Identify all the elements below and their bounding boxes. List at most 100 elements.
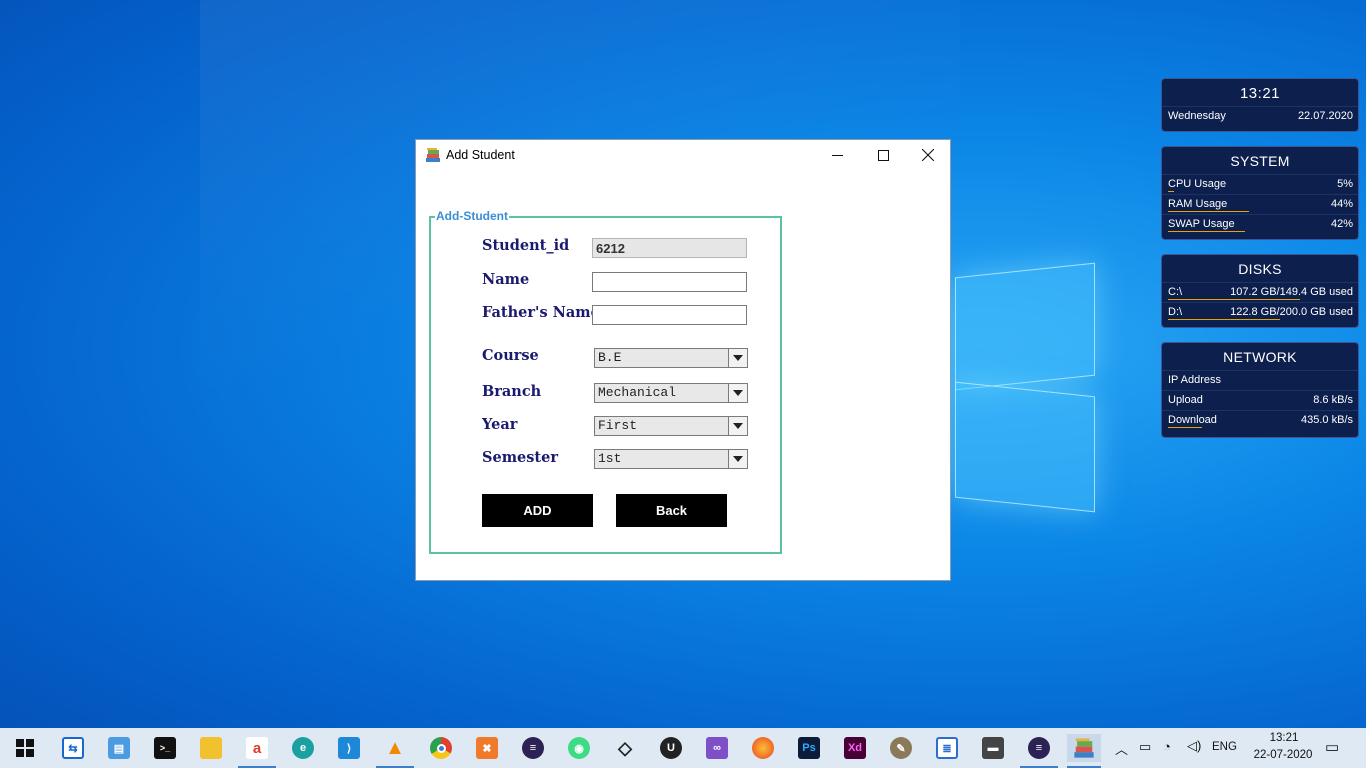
disk-d-row: D:\ 122.8 GB/200.0 GB used: [1162, 302, 1358, 322]
fathers-name-input[interactable]: [592, 305, 747, 325]
branch-selected-value: Mechanical: [598, 385, 677, 400]
download-label: Download: [1168, 414, 1217, 426]
taskbar-photoshop[interactable]: Ps: [795, 734, 823, 762]
ram-usage-bar: [1168, 211, 1249, 212]
branch-select[interactable]: Mechanical: [594, 383, 748, 403]
disk-d-value: 122.8 GB/200.0 GB used: [1230, 306, 1353, 318]
course-select[interactable]: B.E: [594, 348, 748, 368]
back-button[interactable]: Back: [616, 494, 727, 527]
semester-selected-value: 1st: [598, 451, 622, 466]
taskbar-vscode[interactable]: ⟩: [335, 734, 363, 762]
system-widget: SYSTEM CPU Usage 5% RAM Usage 44% SWAP U…: [1161, 146, 1359, 240]
maximize-icon: [877, 149, 889, 161]
minimize-button[interactable]: [814, 140, 860, 170]
unreal-icon: U: [660, 737, 682, 759]
taskbar-unity[interactable]: ◇: [611, 734, 639, 762]
battery-icon[interactable]: ▭: [1139, 739, 1151, 755]
cpu-usage-row: CPU Usage 5%: [1162, 174, 1358, 194]
ram-usage-row: RAM Usage 44%: [1162, 194, 1358, 214]
taskbar-eclipse[interactable]: ≡: [519, 734, 547, 762]
taskbar-chrome[interactable]: [427, 734, 455, 762]
taskbar-vlc[interactable]: ▲: [376, 734, 414, 768]
year-selected-value: First: [598, 418, 638, 433]
notification-icon[interactable]: ▭: [1325, 738, 1339, 756]
tray-time[interactable]: 13:21: [1264, 732, 1304, 744]
taskbar-firefox[interactable]: [749, 734, 777, 762]
chrome-icon: [430, 737, 452, 759]
taskbar-android-studio[interactable]: ◉: [565, 734, 593, 762]
taskbar-control-panel[interactable]: ▤: [105, 734, 133, 762]
chevron-up-icon[interactable]: ︿: [1115, 739, 1128, 758]
cpu-usage-value: 5%: [1337, 178, 1353, 190]
books-icon: [426, 148, 440, 162]
taskbar-teamviewer[interactable]: ⇆: [59, 734, 87, 762]
taskbar-adobe-xd[interactable]: Xd: [841, 734, 869, 762]
acrobat-icon: a: [246, 737, 268, 759]
taskbar-add-student-app[interactable]: [1067, 734, 1101, 768]
swap-usage-bar: [1168, 231, 1245, 232]
semester-label: Semester: [482, 449, 558, 466]
terminal-icon: >_: [154, 737, 176, 759]
control-panel-icon: ▤: [108, 737, 130, 759]
student-id-field: 6212: [592, 238, 747, 258]
add-student-window: Add Student Add-Student Student_id 6212 …: [415, 139, 951, 581]
minimize-icon: [831, 154, 843, 156]
course-label: Course: [482, 347, 539, 364]
year-select[interactable]: First: [594, 416, 748, 436]
volume-icon[interactable]: ◁): [1187, 738, 1201, 754]
wallpaper-windows-logo: [955, 258, 1097, 513]
wifi-icon[interactable]: ◔: [1163, 739, 1171, 754]
title-bar[interactable]: Add Student: [416, 140, 950, 170]
folder-icon: [200, 737, 222, 759]
taskbar-file-explorer[interactable]: [197, 734, 225, 762]
upload-value: 8.6 kB/s: [1313, 394, 1353, 406]
download-value: 435.0 kB/s: [1301, 414, 1353, 426]
add-student-panel: Add-Student Student_id 6212 Name Father'…: [429, 209, 782, 554]
clock-time: 13:21: [1239, 85, 1281, 102]
close-button[interactable]: [905, 140, 951, 170]
upload-label: Upload: [1168, 394, 1203, 406]
unity-icon: ◇: [618, 737, 632, 758]
workbench-icon: ▬: [982, 737, 1004, 759]
eclipse-icon: ≡: [1028, 737, 1050, 759]
course-selected-value: B.E: [598, 350, 622, 365]
maximize-button[interactable]: [860, 140, 906, 170]
document-icon: ≣: [936, 737, 958, 759]
name-input[interactable]: [592, 272, 747, 292]
taskbar-visual-studio[interactable]: ∞: [703, 734, 731, 762]
fathers-name-label: Father's Name: [482, 304, 600, 321]
student-id-label: Student_id: [482, 237, 570, 254]
taskbar-xampp[interactable]: ✖: [473, 734, 501, 762]
chevron-down-icon[interactable]: [728, 349, 747, 367]
window-title: Add Student: [446, 148, 515, 162]
disks-widget: DISKS C:\ 107.2 GB/149.4 GB used D:\ 122…: [1161, 254, 1359, 328]
adobe-xd-icon: Xd: [844, 737, 866, 759]
taskbar-edge[interactable]: e: [289, 734, 317, 762]
add-button[interactable]: ADD: [482, 494, 593, 527]
system-title: SYSTEM: [1230, 153, 1290, 169]
semester-select[interactable]: 1st: [594, 449, 748, 469]
teamviewer-icon: ⇆: [62, 737, 84, 759]
taskbar-unreal[interactable]: U: [657, 734, 685, 762]
upload-row: Upload 8.6 kB/s: [1162, 390, 1358, 410]
taskbar-notepad[interactable]: ≣: [933, 734, 961, 762]
start-button[interactable]: [11, 734, 39, 762]
clock-date: 22.07.2020: [1297, 110, 1353, 122]
taskbar-mysql-workbench[interactable]: ▬: [979, 734, 1007, 762]
vlc-cone-icon: ▲: [385, 736, 405, 759]
language-indicator[interactable]: ENG: [1212, 741, 1237, 753]
taskbar-gimp[interactable]: ✎: [887, 734, 915, 762]
taskbar-acrobat[interactable]: a: [238, 734, 276, 768]
taskbar-terminal[interactable]: >_: [151, 734, 179, 762]
taskbar-eclipse-2[interactable]: ≡: [1020, 734, 1058, 768]
tray-date[interactable]: 22-07-2020: [1248, 749, 1318, 761]
firefox-icon: [752, 737, 774, 759]
xampp-icon: ✖: [476, 737, 498, 759]
chevron-down-icon[interactable]: [728, 384, 747, 402]
visual-studio-icon: ∞: [706, 737, 728, 759]
chevron-down-icon[interactable]: [728, 450, 747, 468]
disk-c-value: 107.2 GB/149.4 GB used: [1230, 286, 1353, 298]
chevron-down-icon[interactable]: [728, 417, 747, 435]
close-icon: [922, 149, 934, 161]
ram-usage-value: 44%: [1330, 198, 1353, 210]
